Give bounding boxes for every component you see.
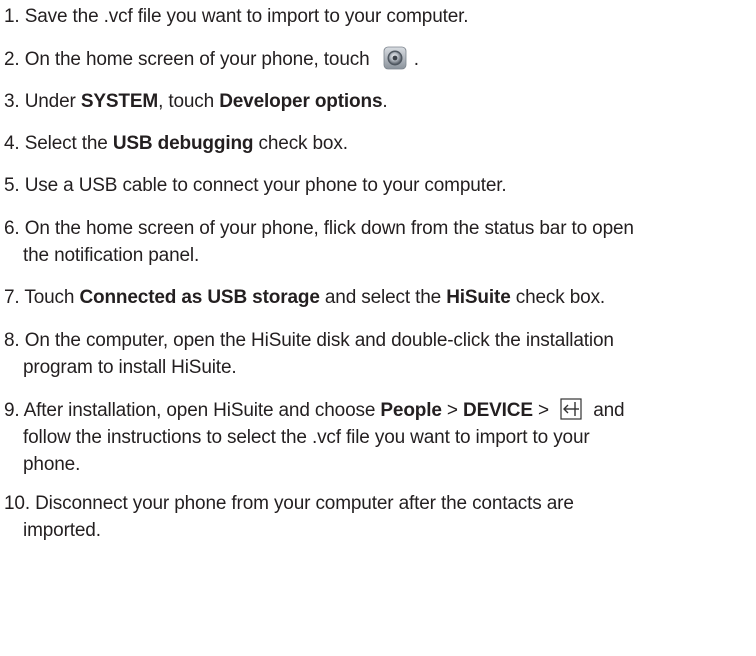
- import-icon: [560, 398, 582, 420]
- step-continuation: the notification panel.: [4, 242, 754, 269]
- step-number: 10.: [4, 493, 30, 514]
- emphasis-text: USB debugging: [112, 133, 254, 154]
- step-item: 4. Select the USB debugging check box.: [4, 130, 754, 157]
- step-item: 3. Under SYSTEM, touch Developer options…: [4, 88, 754, 115]
- step-line: 6. On the home screen of your phone, fli…: [4, 215, 754, 242]
- step-item: 5. Use a USB cable to connect your phone…: [4, 172, 754, 199]
- step-number: 5.: [4, 175, 20, 196]
- instruction-steps: 1. Save the .vcf file you want to import…: [0, 0, 756, 656]
- step-text: .: [408, 49, 419, 70]
- step-line: 3. Under SYSTEM, touch Developer options…: [4, 88, 754, 115]
- step-text: follow the instructions to select the .v…: [23, 427, 590, 448]
- step-text: program to install HiSuite.: [23, 357, 237, 378]
- step-number: 2.: [4, 49, 20, 70]
- settings-icon: [383, 46, 407, 70]
- emphasis-text: SYSTEM: [80, 91, 159, 112]
- step-continuation: follow the instructions to select the .v…: [4, 424, 754, 451]
- step-line: 10. Disconnect your phone from your comp…: [4, 490, 754, 517]
- step-text: and: [588, 400, 625, 421]
- step-continuation: imported.: [4, 517, 754, 544]
- step-continuation: phone.: [4, 451, 754, 478]
- step-number: 8.: [4, 330, 20, 351]
- step-text: Touch: [24, 287, 80, 308]
- step-text: check box.: [510, 287, 606, 308]
- step-text: Select the: [24, 133, 113, 154]
- step-text: and select the: [319, 287, 447, 308]
- step-text: >: [532, 400, 555, 421]
- step-item: 10. Disconnect your phone from your comp…: [4, 490, 754, 544]
- step-item: 9. After installation, open HiSuite and …: [4, 397, 754, 478]
- step-text: check box.: [253, 133, 348, 154]
- step-line: 4. Select the USB debugging check box.: [4, 130, 754, 157]
- step-text: Save the .vcf file you want to import to…: [24, 6, 469, 27]
- step-text: imported.: [23, 520, 101, 541]
- step-number: 4.: [4, 133, 20, 154]
- step-text: Use a USB cable to connect your phone to…: [24, 175, 507, 196]
- step-number: 7.: [4, 287, 20, 308]
- step-number: 1.: [4, 6, 20, 27]
- step-text: the notification panel.: [23, 245, 200, 266]
- step-text: phone.: [23, 454, 81, 475]
- emphasis-text: Developer options: [219, 91, 383, 112]
- step-text: , touch: [158, 91, 220, 112]
- step-text: >: [441, 400, 464, 421]
- step-line: 1. Save the .vcf file you want to import…: [4, 3, 754, 30]
- step-text: On the home screen of your phone, flick …: [24, 218, 634, 239]
- step-line: 2. On the home screen of your phone, tou…: [4, 46, 754, 73]
- step-line: 9. After installation, open HiSuite and …: [4, 397, 754, 424]
- step-line: 7. Touch Connected as USB storage and se…: [4, 284, 754, 311]
- step-number: 6.: [4, 218, 20, 239]
- emphasis-text: Connected as USB storage: [79, 287, 320, 308]
- step-item: 7. Touch Connected as USB storage and se…: [4, 284, 754, 311]
- emphasis-text: HiSuite: [446, 287, 511, 308]
- step-number: 3.: [4, 91, 20, 112]
- step-line: 8. On the computer, open the HiSuite dis…: [4, 327, 754, 354]
- step-item: 6. On the home screen of your phone, fli…: [4, 215, 754, 269]
- step-item: 2. On the home screen of your phone, tou…: [4, 46, 754, 73]
- emphasis-text: DEVICE: [463, 400, 533, 421]
- step-item: 1. Save the .vcf file you want to import…: [4, 3, 754, 30]
- step-text: After installation, open HiSuite and cho…: [23, 400, 381, 421]
- step-line: 5. Use a USB cable to connect your phone…: [4, 172, 754, 199]
- step-item: 8. On the computer, open the HiSuite dis…: [4, 327, 754, 381]
- step-text: Under: [24, 91, 81, 112]
- step-text: On the home screen of your phone, touch: [24, 49, 375, 70]
- step-continuation: program to install HiSuite.: [4, 354, 754, 381]
- step-text: Disconnect your phone from your computer…: [35, 493, 574, 514]
- step-text: .: [382, 91, 388, 112]
- emphasis-text: People: [380, 400, 442, 421]
- step-text: On the computer, open the HiSuite disk a…: [24, 330, 614, 351]
- step-number: 9.: [4, 400, 20, 421]
